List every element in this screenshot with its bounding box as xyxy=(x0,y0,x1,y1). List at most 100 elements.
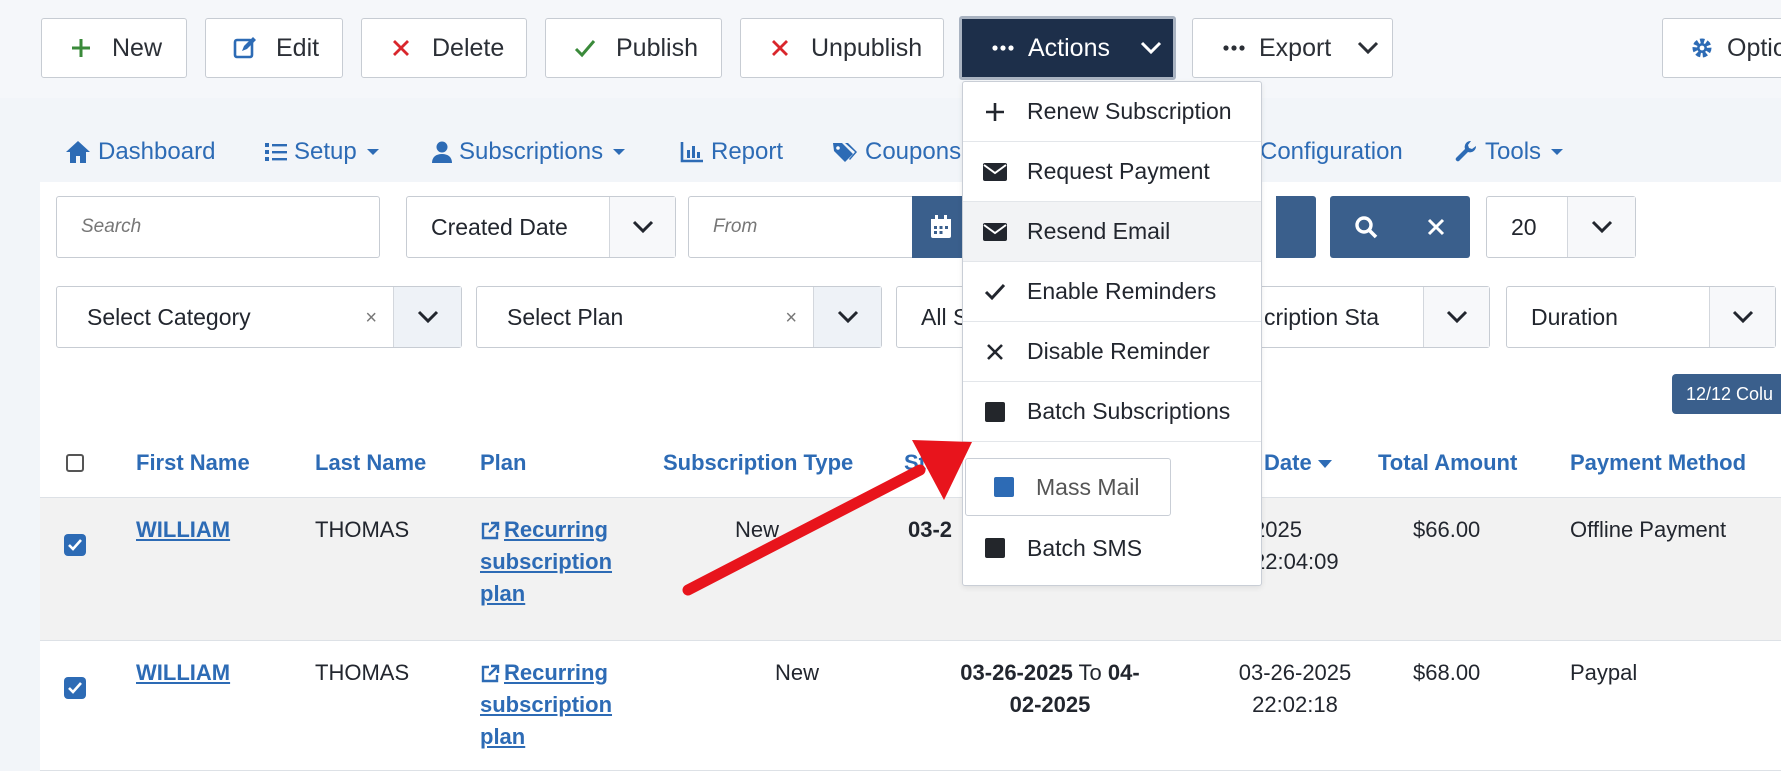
new-button[interactable]: New xyxy=(41,18,187,78)
period-to: To xyxy=(1078,660,1102,685)
nav-dashboard-label: Dashboard xyxy=(98,138,216,165)
close-icon xyxy=(1427,218,1445,236)
toolbar: New Edit Delete Publish Unpublish Action… xyxy=(0,0,1781,98)
from-date-input[interactable]: From xyxy=(688,196,928,258)
nav-coupons[interactable]: Coupons xyxy=(832,138,961,166)
col-plan[interactable]: Plan xyxy=(480,450,526,476)
col-start[interactable]: Star xyxy=(904,450,947,476)
menu-item-batch-subscriptions[interactable]: Batch Subscriptions xyxy=(963,382,1261,442)
nav-setup-label: Setup xyxy=(294,138,357,165)
export-button[interactable]: Export xyxy=(1192,18,1393,78)
columns-toggle-button[interactable]: 12/12 Colu xyxy=(1672,374,1781,414)
menu-item-resend-email[interactable]: Resend Email xyxy=(963,202,1261,262)
category-select[interactable]: Select Category × xyxy=(56,286,462,348)
col-subscription-type[interactable]: Subscription Type xyxy=(663,450,853,476)
subscription-status-select[interactable]: cription Sta xyxy=(1250,286,1490,348)
edit-button[interactable]: Edit xyxy=(205,18,343,78)
row-checkbox[interactable] xyxy=(64,677,86,699)
duration-value: Duration xyxy=(1531,303,1618,330)
col-first-name[interactable]: First Name xyxy=(136,450,250,476)
external-link-icon xyxy=(480,664,500,684)
nav-configuration-label: Configuration xyxy=(1260,138,1403,165)
col-payment-method[interactable]: Payment Method xyxy=(1570,450,1746,476)
table-row: WILLIAM THOMAS Recurring subscription pl… xyxy=(40,641,1781,771)
close-icon xyxy=(963,343,1027,361)
payment-method: Offline Payment xyxy=(1570,517,1727,542)
nav-configuration[interactable]: Configuration xyxy=(1260,138,1403,166)
menu-item-renew-subscription[interactable]: Renew Subscription xyxy=(963,82,1261,142)
publish-button[interactable]: Publish xyxy=(545,18,722,78)
chevron-down-icon xyxy=(1140,41,1162,55)
plan-value: Select Plan xyxy=(507,303,624,330)
square-icon xyxy=(963,538,1027,558)
created-date: 2025 22:04:09 xyxy=(1253,514,1339,578)
delete-button[interactable]: Delete xyxy=(361,18,527,78)
envelope-icon xyxy=(963,162,1027,181)
menu-item-label: Mass Mail xyxy=(1036,473,1140,500)
nav-coupons-label: Coupons xyxy=(865,138,962,165)
clear-icon[interactable]: × xyxy=(785,307,797,330)
total-amount: $68.00 xyxy=(1413,660,1481,685)
plan-link[interactable]: Recurring subscription plan xyxy=(480,657,612,753)
options-button[interactable]: Optio xyxy=(1662,18,1781,78)
row-checkbox[interactable] xyxy=(64,534,86,556)
search-input[interactable]: Search xyxy=(56,196,380,258)
nav-subscriptions[interactable]: Subscriptions xyxy=(432,138,626,166)
nav-subscriptions-label: Subscriptions xyxy=(459,138,604,165)
clear-search-button[interactable] xyxy=(1402,196,1470,258)
duration-select[interactable]: Duration xyxy=(1506,286,1776,348)
col-total-amount[interactable]: Total Amount xyxy=(1378,450,1517,476)
first-name-link[interactable]: WILLIAM xyxy=(136,657,230,689)
last-name: THOMAS xyxy=(315,517,410,542)
publish-label: Publish xyxy=(616,33,698,62)
total-amount: $66.00 xyxy=(1413,517,1481,542)
plus-icon xyxy=(963,101,1027,123)
plan-name-line1: Recurring xyxy=(504,517,608,542)
menu-item-label: Disable Reminder xyxy=(1027,338,1210,364)
edit-icon xyxy=(232,35,258,61)
nav-report[interactable]: Report xyxy=(680,138,783,166)
user-icon xyxy=(432,141,452,163)
select-all-checkbox[interactable] xyxy=(66,454,84,472)
limit-select[interactable]: 20 xyxy=(1486,196,1636,258)
menu-item-request-payment[interactable]: Request Payment xyxy=(963,142,1261,202)
unpublish-label: Unpublish xyxy=(811,33,923,62)
created-date-line1: 2025 xyxy=(1253,517,1302,542)
nav-tools[interactable]: Tools xyxy=(1454,138,1564,166)
first-name-link[interactable]: WILLIAM xyxy=(136,514,230,546)
col-date[interactable]: Date xyxy=(1264,450,1332,476)
menu-item-mass-mail[interactable]: Mass Mail xyxy=(965,458,1171,516)
menu-item-label: Batch SMS xyxy=(1027,534,1143,561)
actions-label: Actions xyxy=(1028,33,1110,62)
to-date-button[interactable] xyxy=(1276,196,1316,258)
chevron-down-icon xyxy=(1357,41,1379,55)
plan-name-line3: plan xyxy=(480,724,526,749)
chevron-down-icon xyxy=(609,197,675,257)
plan-select[interactable]: Select Plan × xyxy=(476,286,882,348)
date-field-select[interactable]: Created Date xyxy=(406,196,676,258)
plan-link[interactable]: Recurring subscription plan xyxy=(480,514,612,610)
ellipsis-icon xyxy=(1221,35,1247,61)
ellipsis-icon xyxy=(990,35,1016,61)
search-button[interactable] xyxy=(1330,196,1402,258)
payment-method: Paypal xyxy=(1570,660,1638,685)
nav-setup[interactable]: Setup xyxy=(265,138,379,166)
col-date-label: Date xyxy=(1264,450,1312,475)
actions-button[interactable]: Actions xyxy=(959,16,1176,80)
col-last-name[interactable]: Last Name xyxy=(315,450,426,476)
clear-icon[interactable]: × xyxy=(365,307,377,330)
nav-dashboard[interactable]: Dashboard xyxy=(65,138,215,166)
created-date-line2: 22:04:09 xyxy=(1253,549,1339,574)
menu-item-disable-reminder[interactable]: Disable Reminder xyxy=(963,322,1261,382)
plan-name-line2: subscription xyxy=(480,692,613,717)
menu-item-enable-reminders[interactable]: Enable Reminders xyxy=(963,262,1261,322)
close-icon xyxy=(388,35,414,61)
menu-item-label: Resend Email xyxy=(1027,218,1171,244)
plan-name-line3: plan xyxy=(480,581,526,606)
from-placeholder: From xyxy=(713,216,758,237)
created-date-line2: 22:02:18 xyxy=(1252,692,1338,717)
caret-down-icon xyxy=(613,149,626,155)
check-icon xyxy=(572,35,598,61)
menu-item-batch-sms[interactable]: Batch SMS xyxy=(963,518,1261,578)
unpublish-button[interactable]: Unpublish xyxy=(740,18,944,78)
